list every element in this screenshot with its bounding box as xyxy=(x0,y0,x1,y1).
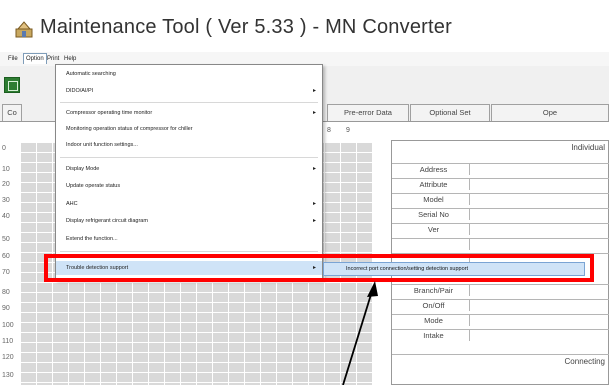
menu-item-indoor-unit-settings[interactable]: Indoor unit function settings... xyxy=(56,138,322,152)
menu-item-automatic-searching[interactable]: Automatic searching xyxy=(56,67,322,81)
option-dropdown-menu: Automatic searching DIDO/AI/PI ▸ Compress… xyxy=(55,64,323,280)
row-number: 10 xyxy=(2,166,10,173)
menu-item-dido[interactable]: DIDO/AI/PI ▸ xyxy=(56,84,322,98)
menu-item-label: Indoor unit function settings... xyxy=(66,142,138,148)
info-label: Serial No xyxy=(398,209,470,220)
menu-separator xyxy=(60,102,318,103)
row-number: 50 xyxy=(2,236,10,243)
menu-item-label: Compressor operating time monitor xyxy=(66,110,153,116)
info-label: Address xyxy=(398,164,470,175)
menu-option[interactable]: Option xyxy=(23,53,47,64)
menu-item-label: AHC xyxy=(66,201,78,207)
row-number: 80 xyxy=(2,289,10,296)
info-row-address: Address xyxy=(392,163,609,175)
info-row-ver: Ver xyxy=(392,223,609,235)
column-header: 8 xyxy=(327,127,331,134)
info-label: Intake xyxy=(398,330,470,341)
tab-optional-set[interactable]: Optional Set xyxy=(410,104,490,121)
menu-item-extend-function[interactable]: Extend the function... xyxy=(56,232,322,246)
info-row-model: Model xyxy=(392,193,609,205)
title-bar: Maintenance Tool ( Ver 5.33 ) - MN Conve… xyxy=(0,0,609,52)
row-number: 120 xyxy=(2,354,14,361)
row-number: 20 xyxy=(2,181,10,188)
column-header: 9 xyxy=(346,127,350,134)
menu-item-chiller-monitoring[interactable]: Monitoring operation status of compresso… xyxy=(56,122,322,136)
info-label: Mode xyxy=(398,315,470,326)
menu-item-update-status[interactable]: Update operate status xyxy=(56,179,322,193)
menu-item-ahc[interactable]: AHC ▸ xyxy=(56,197,322,211)
info-row-intake: Intake xyxy=(392,329,609,341)
row-number: 40 xyxy=(2,213,10,220)
submenu-arrow-icon: ▸ xyxy=(312,110,316,116)
info-label: Model xyxy=(398,194,470,205)
menu-item-label: DIDO/AI/PI xyxy=(66,88,94,94)
info-row-on-off: On/Off xyxy=(392,299,609,311)
row-number: 90 xyxy=(2,305,10,312)
tab-pre-error-data[interactable]: Pre-error Data xyxy=(327,104,409,121)
info-label: On/Off xyxy=(398,300,470,311)
info-row-branch-pair: Branch/Pair xyxy=(392,284,609,296)
window-title: Maintenance Tool ( Ver 5.33 ) - MN Conve… xyxy=(40,16,452,38)
menu-item-label: Monitoring operation status of compresso… xyxy=(66,126,193,132)
info-row-blank xyxy=(392,238,609,250)
info-label: Ver xyxy=(398,224,470,235)
info-label xyxy=(398,239,470,250)
panel-footer: Connecting xyxy=(392,354,609,366)
menu-item-label: Display Mode xyxy=(66,166,100,172)
menu-separator xyxy=(60,157,318,158)
menu-item-label: Display refrigerant circuit diagram xyxy=(66,218,148,224)
panel-title: Individual xyxy=(571,143,605,152)
menu-item-display-mode[interactable]: Display Mode ▸ xyxy=(56,162,322,176)
row-number: 100 xyxy=(2,322,14,329)
info-label: Attribute xyxy=(398,179,470,190)
row-number: 30 xyxy=(2,197,10,204)
menu-separator xyxy=(60,251,318,252)
row-number: 60 xyxy=(2,253,10,260)
row-number: 70 xyxy=(2,269,10,276)
submenu-arrow-icon: ▸ xyxy=(312,88,316,94)
submenu-arrow-icon: ▸ xyxy=(312,218,316,224)
menu-item-compressor-time-monitor[interactable]: Compressor operating time monitor ▸ xyxy=(56,106,322,120)
info-row-attribute: Attribute xyxy=(392,178,609,190)
menu-item-label: Extend the function... xyxy=(66,236,118,242)
tab-ope[interactable]: Ope xyxy=(491,104,609,121)
submenu-arrow-icon: ▸ xyxy=(312,166,316,172)
menu-item-refrigerant-diagram[interactable]: Display refrigerant circuit diagram ▸ xyxy=(56,214,322,228)
submenu-arrow-icon: ▸ xyxy=(312,201,316,207)
menu-item-label: Update operate status xyxy=(66,183,121,189)
green-tool-icon[interactable] xyxy=(4,77,20,93)
menu-item-label: Automatic searching xyxy=(66,71,116,77)
tab-co[interactable]: Co xyxy=(2,104,22,121)
info-row-mode: Mode xyxy=(392,314,609,326)
info-row-serial-no: Serial No xyxy=(392,208,609,220)
row-number: 0 xyxy=(2,145,6,152)
app-icon xyxy=(15,21,33,38)
row-number: 130 xyxy=(2,372,14,379)
highlight-box xyxy=(44,254,594,282)
menu-file[interactable]: File xyxy=(6,54,20,65)
info-label: Branch/Pair xyxy=(398,285,470,296)
row-number: 110 xyxy=(2,338,14,345)
